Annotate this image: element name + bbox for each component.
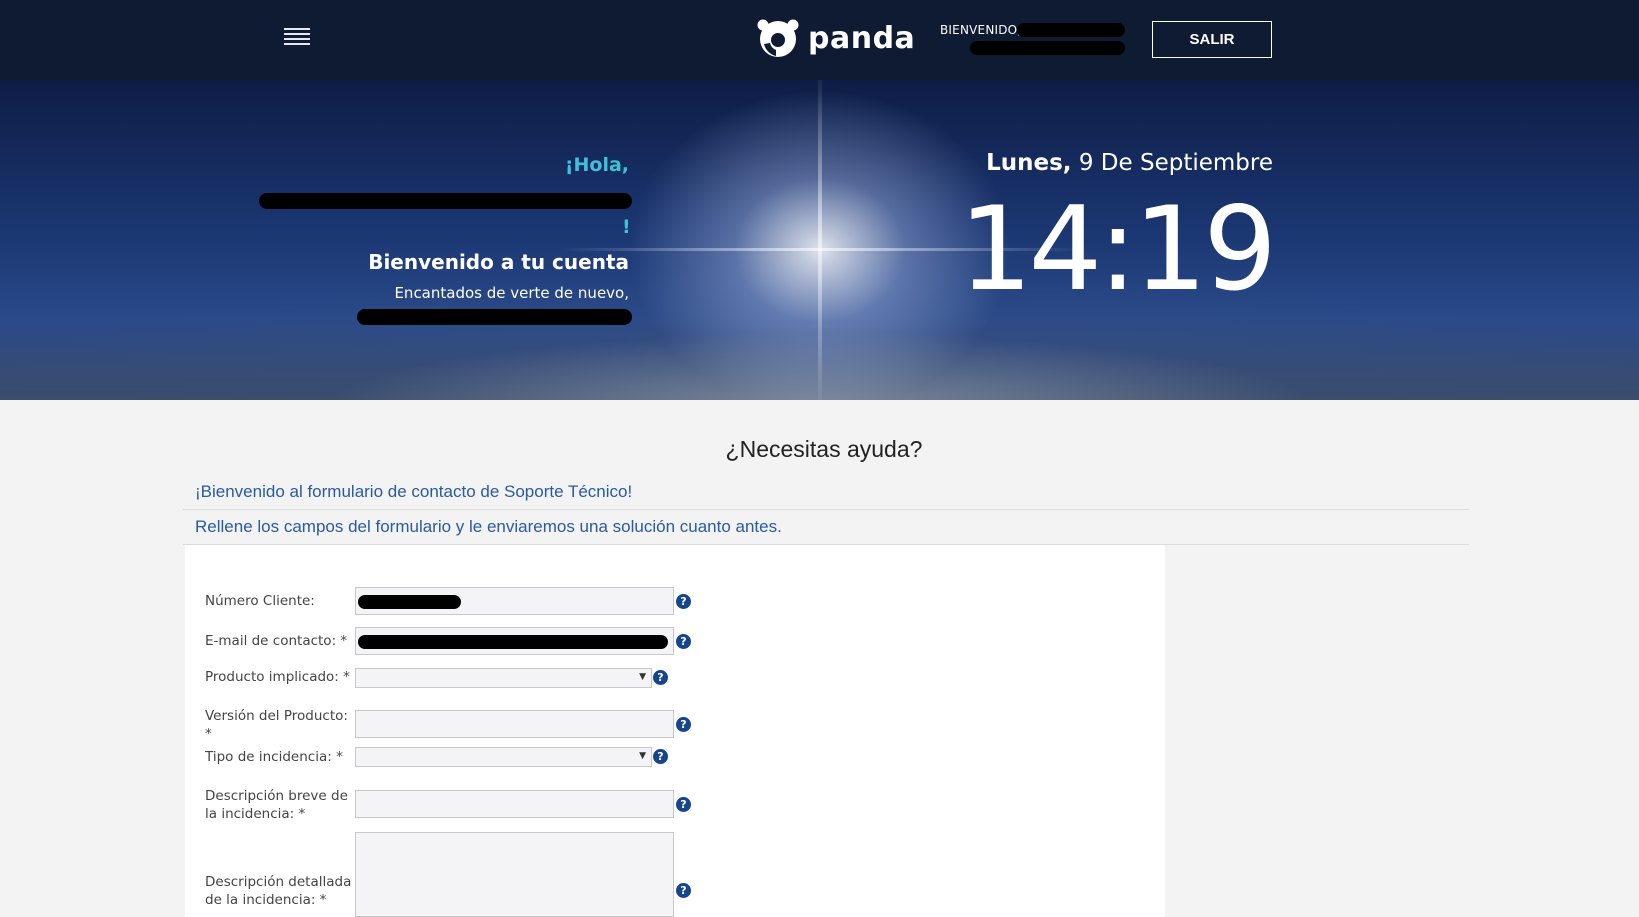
email-help-icon[interactable]: ? (676, 634, 691, 649)
incident-type-select[interactable]: ▼ (355, 747, 652, 767)
intro-text-2: Rellene los campos del formulario y le e… (195, 517, 782, 536)
redacted-email (358, 635, 668, 649)
help-title: ¿Necesitas ayuda? (725, 436, 923, 462)
hamburger-menu-icon[interactable] (284, 28, 310, 48)
date-display: Lunes, 9 De Septiembre (986, 150, 1273, 176)
redacted-username-2 (970, 41, 1125, 55)
version-label: Versión del Producto: * (205, 708, 348, 742)
date-rest: 9 De Septiembre (1078, 150, 1273, 176)
welcome-title: Bienvenido a tu cuenta (368, 250, 629, 274)
short-description-help-icon[interactable]: ? (676, 797, 691, 812)
product-help-icon[interactable]: ? (653, 670, 668, 685)
product-select[interactable]: ▼ (355, 668, 652, 688)
chevron-down-icon: ▼ (639, 751, 646, 761)
client-number-input[interactable] (355, 587, 674, 615)
greeting-end: ! (622, 216, 631, 238)
version-input[interactable] (355, 710, 674, 738)
date-day: Lunes, (986, 150, 1072, 176)
logo-text: panda (808, 20, 916, 56)
logout-button[interactable]: SALIR (1152, 21, 1272, 58)
page: panda BIENVENIDO, SALIR ¡Hola, ! Bienven… (0, 0, 1639, 917)
chevron-down-icon: ▼ (639, 672, 646, 682)
welcome-subtitle: Encantados de verte de nuevo, (394, 284, 629, 302)
short-description-input[interactable] (355, 790, 674, 818)
incident-type-label: Tipo de incidencia: * (205, 749, 343, 765)
long-description-textarea[interactable] (355, 832, 674, 917)
redacted-username (1017, 23, 1125, 37)
incident-type-help-icon[interactable]: ? (653, 749, 668, 764)
divider (183, 509, 1469, 510)
redacted-name-2 (357, 309, 632, 325)
welcome-label: BIENVENIDO, (940, 23, 1022, 37)
redacted-client-number (358, 595, 461, 609)
short-description-label: Descripción breve de la incidencia: * (205, 788, 348, 822)
intro-text-1: ¡Bienvenido al formulario de contacto de… (195, 482, 633, 501)
panda-logo-icon (757, 19, 799, 57)
long-description-help-icon[interactable]: ? (676, 883, 691, 898)
clock-display: 14:19 (958, 182, 1277, 317)
panda-logo[interactable]: panda (756, 16, 915, 60)
version-help-icon[interactable]: ? (676, 717, 691, 732)
long-description-label: Descripción detallada de la incidencia: … (205, 874, 352, 908)
light-ray (818, 80, 822, 400)
client-number-label: Número Cliente: (205, 593, 315, 609)
redacted-name (259, 193, 632, 209)
email-label: E-mail de contacto: * (205, 633, 348, 649)
client-number-help-icon[interactable]: ? (676, 594, 691, 609)
greeting-text: ¡Hola, (564, 154, 629, 176)
top-bar: panda BIENVENIDO, SALIR (0, 0, 1639, 80)
product-label: Producto implicado: * (205, 669, 350, 685)
hero-banner: ¡Hola, ! Bienvenido a tu cuenta Encantad… (0, 80, 1639, 400)
email-input[interactable] (355, 627, 674, 655)
